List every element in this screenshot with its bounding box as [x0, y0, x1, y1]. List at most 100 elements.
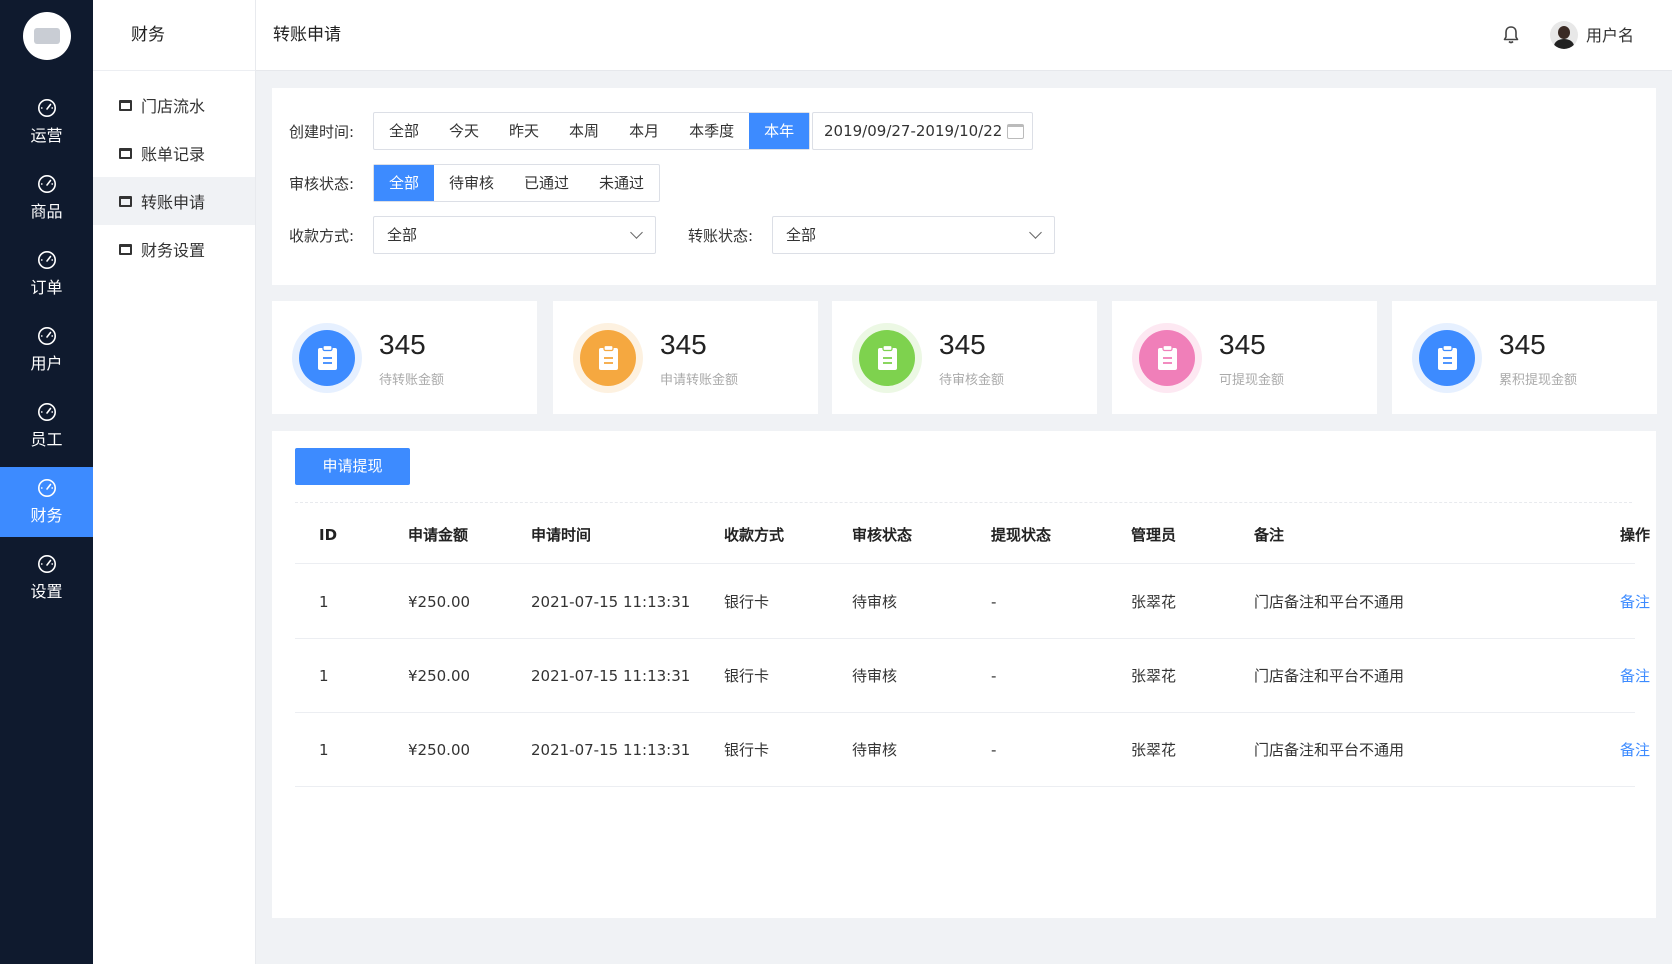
- review-option-2[interactable]: 已通过: [509, 165, 584, 201]
- stat-value: 345: [660, 329, 707, 360]
- nav-item-5[interactable]: 财务: [0, 467, 93, 537]
- review-option-3[interactable]: 未通过: [584, 165, 659, 201]
- stat-icon-ring: [1412, 323, 1482, 393]
- table-cell: 张翠花: [1131, 593, 1177, 611]
- folder-icon: [119, 147, 132, 159]
- calendar-icon[interactable]: [1007, 124, 1024, 139]
- avatar[interactable]: [1550, 21, 1578, 49]
- page-title: 转账申请: [273, 25, 341, 45]
- sub-sidebar-item-1[interactable]: 账单记录: [93, 129, 255, 177]
- review-option-1[interactable]: 待审核: [434, 165, 509, 201]
- stat-icon: [580, 330, 636, 386]
- sub-sidebar-item-0[interactable]: 门店流水: [93, 81, 255, 129]
- stat-icon: [859, 330, 915, 386]
- time-option-0[interactable]: 全部: [374, 113, 434, 149]
- stat-card: 345 累积提现金额: [1392, 301, 1657, 414]
- time-option-5[interactable]: 本季度: [674, 113, 749, 149]
- nav-item-2[interactable]: 订单: [0, 239, 93, 309]
- table-cell: 1: [319, 592, 329, 611]
- bell-icon[interactable]: [1500, 24, 1522, 46]
- time-option-2[interactable]: 昨天: [494, 113, 554, 149]
- stat-label: 累积提现金额: [1499, 373, 1578, 388]
- column-header: 申请金额: [408, 526, 469, 544]
- stat-value: 345: [939, 329, 986, 360]
- transfer-status-select[interactable]: 全部: [772, 216, 1055, 254]
- gauge-icon: [37, 327, 56, 345]
- clipboard-icon: [598, 345, 618, 370]
- username[interactable]: 用户名: [1586, 0, 1634, 71]
- date-range-value: 2019/09/27-2019/10/22: [824, 122, 1003, 140]
- time-option-3[interactable]: 本周: [554, 113, 614, 149]
- nav-item-3[interactable]: 用户: [0, 315, 93, 385]
- table-cell: 待审核: [852, 667, 898, 685]
- clipboard-icon: [1157, 345, 1177, 370]
- review-status-tabs: 全部 待审核 已通过 未通过: [373, 164, 661, 202]
- gauge-icon: [37, 175, 56, 193]
- note-link[interactable]: 备注: [1620, 565, 1650, 638]
- folder-icon: [119, 243, 132, 255]
- created-time-label: 创建时间:: [289, 123, 355, 141]
- time-option-4[interactable]: 本月: [614, 113, 674, 149]
- table-cell: ¥250.00: [408, 666, 471, 685]
- stat-card: 345 可提现金额: [1112, 301, 1377, 414]
- time-option-1[interactable]: 今天: [434, 113, 494, 149]
- nav-item-0[interactable]: 运营: [0, 87, 93, 157]
- stat-icon: [1419, 330, 1475, 386]
- apply-withdraw-button[interactable]: 申请提现: [295, 448, 410, 485]
- table-cell: 2021-07-15 11:13:31: [531, 740, 691, 759]
- table-cell: -: [991, 740, 997, 759]
- transfer-status-value: 全部: [786, 226, 817, 244]
- sub-sidebar-item-label: 门店流水: [141, 97, 206, 116]
- stat-value: 345: [379, 329, 426, 360]
- table-cell: 待审核: [852, 741, 898, 759]
- stat-icon: [1139, 330, 1195, 386]
- note-link[interactable]: 备注: [1620, 713, 1650, 786]
- nav-item-label: 设置: [30, 582, 63, 601]
- nav-item-label: 订单: [30, 278, 63, 297]
- table-cell: 张翠花: [1131, 741, 1177, 759]
- table-header: ID 申请金额 申请时间 收款方式 审核状态 提现状态 管理员 备注 操作: [295, 506, 1650, 564]
- note-link[interactable]: 备注: [1620, 639, 1650, 712]
- stat-card: 345 待审核金额: [832, 301, 1097, 414]
- column-header: 提现状态: [991, 526, 1052, 544]
- table-cell: 张翠花: [1131, 667, 1177, 685]
- logo[interactable]: [23, 12, 71, 60]
- table-cell: ¥250.00: [408, 740, 471, 759]
- table-cell: 门店备注和平台不通用: [1254, 593, 1405, 611]
- sub-sidebar-item-label: 转账申请: [141, 193, 206, 212]
- review-option-0[interactable]: 全部: [374, 165, 435, 201]
- sub-sidebar-item-3[interactable]: 财务设置: [93, 225, 255, 273]
- chevron-down-icon: [1029, 226, 1042, 239]
- table-panel: 申请提现 ID 申请金额 申请时间 收款方式 审核状态 提现状态 管理员 备注 操作 1 ¥250…: [272, 431, 1656, 918]
- stat-icon-ring: [292, 323, 362, 393]
- main-nav: 运营商品订单用户 员工 财务设置: [0, 0, 93, 964]
- gauge-icon: [37, 251, 56, 269]
- stat-label: 申请转账金额: [660, 373, 739, 388]
- table-cell: 门店备注和平台不通用: [1254, 667, 1405, 685]
- sub-sidebar-item-2[interactable]: 转账申请: [93, 177, 255, 225]
- table-cell: ¥250.00: [408, 592, 471, 611]
- table-row: 1 ¥250.00 2021-07-15 11:13:31 银行卡 待审核 - 张翠花 门店备…: [295, 639, 1650, 713]
- stat-value: 345: [1219, 329, 1266, 360]
- nav-item-6[interactable]: 设置: [0, 543, 93, 613]
- payment-method-label: 收款方式:: [289, 227, 355, 245]
- top-header: 转账申请 用户名: [256, 0, 1672, 71]
- gauge-icon: [37, 479, 56, 497]
- time-option-6[interactable]: 本年: [749, 113, 810, 149]
- nav-item-1[interactable]: 商品: [0, 163, 93, 233]
- gauge-icon: [37, 99, 56, 117]
- date-range-input[interactable]: 2019/09/27-2019/10/22: [812, 112, 1033, 150]
- column-header: 收款方式: [724, 526, 785, 544]
- table-cell: 银行卡: [724, 593, 770, 611]
- stat-label: 待转账金额: [379, 373, 445, 388]
- time-range-tabs: 全部 今天 昨天 本周 本月 本季度 本年: [373, 112, 811, 150]
- nav-item-4[interactable]: 员工: [0, 391, 93, 461]
- payment-method-select[interactable]: 全部: [373, 216, 656, 254]
- table-cell: -: [991, 666, 997, 685]
- table-cell: 银行卡: [724, 741, 770, 759]
- table-cell: 银行卡: [724, 667, 770, 685]
- stat-icon-ring: [573, 323, 643, 393]
- table-cell: 1: [319, 666, 329, 685]
- logo-image: [34, 28, 60, 44]
- nav-item-label: 商品: [30, 202, 63, 221]
